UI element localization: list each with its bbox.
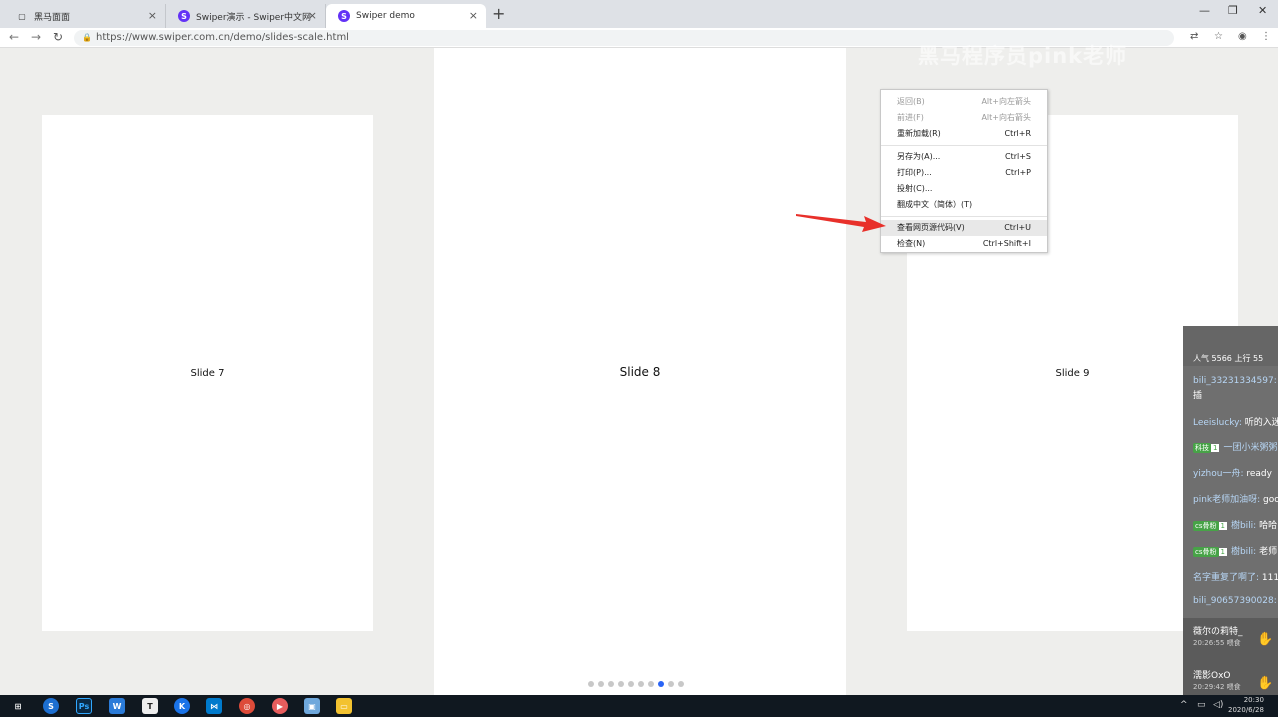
chat-message: 科技 1 一团小米粥粥 bbox=[1193, 443, 1278, 453]
network-icon[interactable]: ▭ bbox=[1197, 700, 1206, 710]
tab-swiper-demo[interactable]: S Swiper demo × bbox=[326, 4, 486, 28]
chat-message: pink老师加油呀: goo bbox=[1193, 495, 1278, 505]
chat-message: cs骨粉 1 樹bili: 老师 bbox=[1193, 547, 1278, 557]
lock-icon: 🔒 bbox=[82, 33, 92, 42]
url-text: https://www.swiper.com.cn/demo/slides-sc… bbox=[96, 32, 349, 43]
menu-item-view-source[interactable]: 查看网页源代码(V) Ctrl+U bbox=[881, 220, 1047, 236]
slide-8[interactable]: Slide 8 bbox=[434, 48, 846, 695]
close-icon[interactable]: × bbox=[148, 9, 157, 22]
tab-title: Swiper demo bbox=[356, 11, 415, 21]
reload-icon[interactable]: ↻ bbox=[53, 30, 63, 44]
gift-icon: ✋ bbox=[1257, 632, 1274, 647]
profile-icon[interactable]: ◉ bbox=[1238, 31, 1247, 42]
chat-message: 名字重复了啊了: 111 bbox=[1193, 573, 1278, 583]
chat-message-text: 插 bbox=[1193, 391, 1203, 401]
chat-message: bili_90657390028: bbox=[1193, 596, 1277, 606]
volume-icon[interactable]: ◁) bbox=[1213, 700, 1223, 710]
live-chat-panel: 人气 5566 上行 55 bili_33231334597: 插 Leeisl… bbox=[1183, 326, 1278, 695]
swiper-logo-icon: S bbox=[338, 10, 350, 22]
gift-icon: ✋ bbox=[1257, 676, 1274, 691]
close-window-icon[interactable]: ✕ bbox=[1258, 4, 1267, 17]
close-icon[interactable]: × bbox=[469, 9, 478, 22]
tab-heima[interactable]: ▢ 黑马面面 × bbox=[4, 4, 166, 28]
pagination-bullet[interactable] bbox=[588, 681, 594, 687]
gift-entry: 濡影OxO 20:29:42 喂食 ✋ bbox=[1183, 662, 1278, 695]
new-tab-button[interactable]: + bbox=[492, 4, 505, 23]
back-icon[interactable]: ← bbox=[9, 30, 19, 44]
page-icon: ▢ bbox=[18, 11, 26, 21]
swiper-pagination bbox=[588, 681, 684, 687]
folder-icon[interactable]: ▭ bbox=[336, 698, 352, 714]
menu-item-translate[interactable]: 翻成中文（简体）(T) bbox=[881, 197, 1047, 213]
tab-title: Swiper演示 - Swiper中文网 bbox=[196, 12, 312, 23]
slide-label: Slide 7 bbox=[190, 367, 225, 379]
browser-tab-bar: ▢ 黑马面面 × S Swiper演示 - Swiper中文网 × S Swip… bbox=[0, 0, 1278, 28]
chat-message: Leeislucky: 听的入迷 bbox=[1193, 418, 1278, 428]
webstorm-icon[interactable]: W bbox=[109, 698, 125, 714]
menu-item-save-as[interactable]: 另存为(A)... Ctrl+S bbox=[881, 149, 1047, 165]
tray-arrow-icon[interactable]: ^ bbox=[1180, 700, 1188, 710]
menu-divider bbox=[881, 216, 1047, 217]
pagination-bullet[interactable] bbox=[668, 681, 674, 687]
menu-item-reload[interactable]: 重新加载(R) Ctrl+R bbox=[881, 126, 1047, 142]
pagination-bullet[interactable] bbox=[638, 681, 644, 687]
windows-start-icon[interactable]: ⊞ bbox=[10, 698, 26, 714]
swiper-logo-icon: S bbox=[178, 10, 190, 22]
red-arrow-icon bbox=[796, 214, 886, 232]
chat-message: bili_33231334597: bbox=[1193, 376, 1277, 386]
menu-item-inspect[interactable]: 检查(N) Ctrl+Shift+I bbox=[881, 236, 1047, 252]
sogou-icon[interactable]: S bbox=[43, 698, 59, 714]
close-icon[interactable]: × bbox=[308, 9, 317, 22]
menu-divider bbox=[881, 145, 1047, 146]
gift-entry: 薇尔の莉特_ 20:26:55 喂食 ✋ bbox=[1183, 618, 1278, 662]
chat-message: yizhou一舟: ready bbox=[1193, 469, 1272, 479]
bilibili-live-icon[interactable]: ▶ bbox=[272, 698, 288, 714]
slide-label: Slide 9 bbox=[1055, 367, 1090, 379]
bookmark-star-icon[interactable]: ☆ bbox=[1214, 31, 1223, 42]
pagination-bullet[interactable] bbox=[678, 681, 684, 687]
kugou-icon[interactable]: K bbox=[174, 698, 190, 714]
menu-item-forward[interactable]: 前进(F) Alt+向右箭头 bbox=[881, 110, 1047, 126]
photoshop-icon[interactable]: Ps bbox=[76, 698, 92, 714]
slide-7[interactable]: Slide 7 bbox=[42, 115, 373, 631]
translate-icon[interactable]: ⇄ bbox=[1190, 31, 1198, 42]
pagination-bullet[interactable] bbox=[608, 681, 614, 687]
restore-icon[interactable]: ❐ bbox=[1228, 4, 1238, 17]
pagination-bullet[interactable] bbox=[628, 681, 634, 687]
tab-title: 黑马面面 bbox=[34, 12, 71, 23]
screen-tool-icon[interactable]: ▣ bbox=[304, 698, 320, 714]
menu-item-back[interactable]: 返回(B) Alt+向左箭头 bbox=[881, 94, 1047, 110]
menu-kebab-icon[interactable]: ⋮ bbox=[1261, 31, 1271, 42]
pagination-bullet[interactable] bbox=[648, 681, 654, 687]
tab-swiper-demo-cn[interactable]: S Swiper演示 - Swiper中文网 × bbox=[166, 4, 326, 28]
menu-item-print[interactable]: 打印(P)... Ctrl+P bbox=[881, 165, 1047, 181]
minimize-icon[interactable]: — bbox=[1199, 4, 1210, 17]
video-watermark: 黑马程序员pink老师 bbox=[918, 44, 1128, 68]
typora-icon[interactable]: T bbox=[142, 698, 158, 714]
forward-icon[interactable]: → bbox=[31, 30, 41, 44]
menu-item-cast[interactable]: 投射(C)... bbox=[881, 181, 1047, 197]
chat-stats: 人气 5566 上行 55 bbox=[1193, 354, 1264, 363]
vscode-icon[interactable]: ⋈ bbox=[206, 698, 222, 714]
pagination-bullet[interactable] bbox=[658, 681, 664, 687]
context-menu: 返回(B) Alt+向左箭头 前进(F) Alt+向右箭头 重新加载(R) Ctrl+… bbox=[880, 89, 1048, 253]
slide-label: Slide 8 bbox=[619, 364, 661, 379]
windows-taskbar: ⊞ S Ps W T K ⋈ ◎ ▶ ▣ ▭ ^ ▭ ◁) 20:30 2020… bbox=[0, 695, 1278, 717]
pagination-bullet[interactable] bbox=[618, 681, 624, 687]
system-clock[interactable]: 20:30 2020/6/28 bbox=[1228, 695, 1264, 715]
pagination-bullet[interactable] bbox=[598, 681, 604, 687]
chat-header: 人气 5566 上行 55 bbox=[1183, 326, 1278, 366]
chrome-icon[interactable]: ◎ bbox=[239, 698, 255, 714]
chat-message: cs骨粉 1 樹bili: 哈哈 bbox=[1193, 521, 1278, 531]
